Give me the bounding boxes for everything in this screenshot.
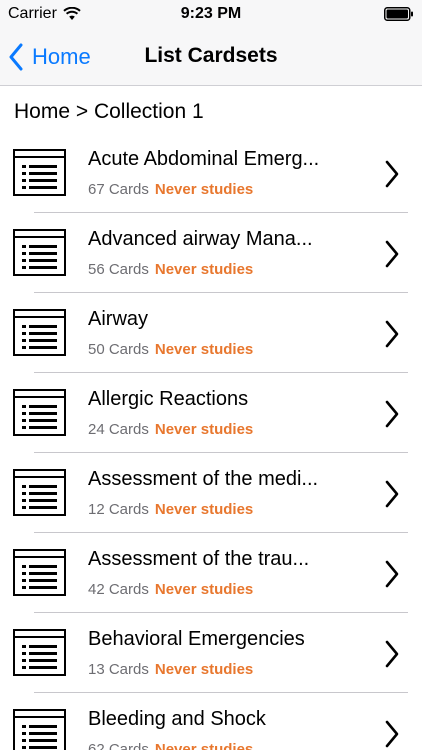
cardset-list-item[interactable]: Behavioral Emergencies 13 Cards Never stu… — [0, 613, 422, 693]
study-status: Never studies — [154, 501, 254, 518]
battery-icon — [384, 7, 413, 21]
page-title: List Cardsets — [144, 44, 278, 67]
cardset-list-item[interactable]: Bleeding and Shock 62 Cards Never studies — [0, 693, 422, 750]
card-count: 13 Cards — [88, 661, 149, 678]
chevron-right-icon — [385, 640, 399, 668]
cardset-title: Behavioral Emergencies — [88, 628, 305, 650]
study-status: Never studies — [154, 181, 254, 198]
chevron-right-icon — [385, 400, 399, 428]
cardset-title: Bleeding and Shock — [88, 708, 266, 730]
cardset-meta: 56 Cards Never studies — [88, 261, 253, 278]
card-count: 12 Cards — [88, 501, 149, 518]
cardset-list: Acute Abdominal Emerg... 67 Cards Never s… — [0, 133, 422, 750]
card-count: 56 Cards — [88, 261, 149, 278]
list-document-icon — [13, 709, 66, 750]
cardset-title: Acute Abdominal Emerg... — [88, 148, 320, 170]
cardset-meta: 50 Cards Never studies — [88, 341, 253, 358]
cardset-list-item[interactable]: Assessment of the trau... 42 Cards Never … — [0, 533, 422, 613]
cardset-list-item[interactable]: Advanced airway Mana... 56 Cards Never st… — [0, 213, 422, 293]
chevron-right-icon — [385, 320, 399, 348]
list-document-icon — [13, 629, 66, 676]
list-document-icon — [13, 309, 66, 356]
cardset-meta: 42 Cards Never studies — [88, 581, 253, 598]
cardset-meta: 24 Cards Never studies — [88, 421, 253, 438]
breadcrumb: Home > Collection 1 — [14, 100, 204, 123]
cardset-meta: 13 Cards Never studies — [88, 661, 253, 678]
cardset-meta: 12 Cards Never studies — [88, 501, 253, 518]
cardset-list-item[interactable]: Airway 50 Cards Never studies — [0, 293, 422, 373]
cardset-list-item[interactable]: Assessment of the medi... 12 Cards Never … — [0, 453, 422, 533]
screen: Carrier 9:23 PM Home List Cardsets Home … — [0, 0, 422, 750]
cardset-title: Assessment of the trau... — [88, 548, 310, 570]
study-status: Never studies — [154, 261, 254, 278]
study-status: Never studies — [154, 741, 254, 750]
chevron-right-icon — [385, 160, 399, 188]
list-document-icon — [13, 549, 66, 596]
cardset-list-item[interactable]: Acute Abdominal Emerg... 67 Cards Never s… — [0, 133, 422, 213]
study-status: Never studies — [154, 421, 254, 438]
chevron-right-icon — [385, 720, 399, 748]
study-status: Never studies — [154, 661, 254, 678]
cardset-meta: 67 Cards Never studies — [88, 181, 253, 198]
list-document-icon — [13, 389, 66, 436]
list-document-icon — [13, 149, 66, 196]
study-status: Never studies — [154, 581, 254, 598]
chevron-right-icon — [385, 240, 399, 268]
study-status: Never studies — [154, 341, 254, 358]
list-document-icon — [13, 469, 66, 516]
card-count: 24 Cards — [88, 421, 149, 438]
card-count: 50 Cards — [88, 341, 149, 358]
card-count: 42 Cards — [88, 581, 149, 598]
card-count: 67 Cards — [88, 181, 149, 198]
cardset-title: Airway — [88, 308, 149, 330]
list-document-icon — [13, 229, 66, 276]
cardset-title: Advanced airway Mana... — [88, 228, 313, 250]
cardset-title: Assessment of the medi... — [88, 468, 319, 490]
chevron-right-icon — [385, 480, 399, 508]
cardset-list-item[interactable]: Allergic Reactions 24 Cards Never studies — [0, 373, 422, 453]
status-bar: Carrier 9:23 PM — [0, 0, 422, 30]
card-count: 62 Cards — [88, 741, 149, 750]
navigation-bar: Home List Cardsets — [0, 30, 422, 86]
cardset-title: Allergic Reactions — [88, 388, 249, 410]
cardset-meta: 62 Cards Never studies — [88, 741, 253, 750]
status-time: 9:23 PM — [180, 5, 242, 22]
chevron-right-icon — [385, 560, 399, 588]
